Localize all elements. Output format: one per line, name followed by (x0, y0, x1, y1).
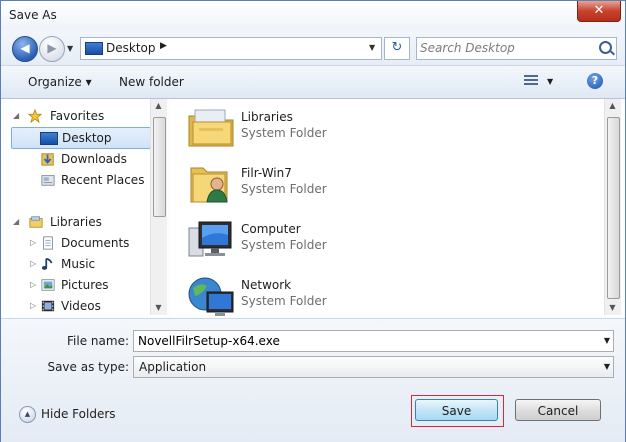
desktop-icon (85, 42, 103, 55)
command-bar: Organize ▾ New folder ▼ ? (1, 65, 625, 99)
file-name-combobox[interactable]: ▼ (133, 330, 614, 352)
scroll-up-icon[interactable]: ▲ (605, 101, 620, 110)
expand-icon[interactable]: ▷ (30, 254, 36, 274)
sidebar-item-downloads[interactable]: Downloads (11, 149, 151, 169)
scroll-down-icon[interactable]: ▼ (605, 303, 620, 312)
sidebar-group-libraries[interactable]: ◢ Libraries (11, 212, 151, 232)
network-icon (188, 277, 234, 316)
videos-icon (41, 300, 55, 312)
scrollbar-thumb[interactable] (153, 117, 166, 217)
help-icon[interactable]: ? (587, 73, 603, 89)
navigation-pane: ◢ Favorites Desktop Downloads Recent Pla… (11, 99, 167, 316)
libraries-folder-icon (188, 109, 234, 147)
collapse-up-icon[interactable]: ▲ (19, 406, 36, 423)
expand-icon[interactable]: ▷ (30, 296, 36, 316)
close-button[interactable]: ✕ (577, 1, 621, 22)
file-item-name: Filr-Win7 (241, 166, 292, 180)
file-item-computer[interactable]: Computer System Folder (187, 216, 427, 264)
expand-icon[interactable]: ▷ (30, 275, 36, 295)
save-as-type-value: Application (139, 360, 207, 374)
address-bar[interactable]: Desktop ▶ ▼ (80, 37, 382, 60)
file-item-type: System Folder (241, 238, 327, 252)
sidebar-item-label: Videos (61, 299, 101, 313)
save-button[interactable]: Save (415, 399, 498, 421)
sidebar-item-label: Desktop (62, 131, 112, 145)
back-button[interactable]: ◀ (12, 36, 38, 62)
file-item-libraries[interactable]: Libraries System Folder (187, 104, 427, 152)
file-item-filr-win7[interactable]: Filr-Win7 System Folder (187, 160, 427, 208)
file-item-name: Network (241, 278, 292, 292)
address-location[interactable]: Desktop (106, 41, 156, 55)
change-view-icon[interactable] (524, 75, 538, 87)
file-name-label: File name: (67, 334, 129, 348)
address-row: ◀ ▶ ▼ Desktop ▶ ▼ ↻ (1, 31, 625, 65)
user-folder-icon (190, 167, 228, 203)
title-bar[interactable]: Save As ✕ (1, 1, 625, 31)
file-item-name: Libraries (241, 110, 293, 124)
sidebar-item-music[interactable]: ▷ Music (11, 254, 151, 274)
history-dropdown-icon[interactable]: ▼ (67, 44, 73, 53)
file-item-type: System Folder (241, 294, 327, 308)
file-name-dropdown-icon[interactable]: ▼ (604, 336, 610, 345)
save-as-type-dropdown-icon[interactable]: ▼ (604, 362, 610, 371)
new-folder-button[interactable]: New folder (119, 75, 184, 89)
file-item-type: System Folder (241, 182, 327, 196)
search-icon[interactable] (599, 41, 612, 54)
sidebar-item-label: Downloads (61, 152, 127, 166)
sidebar-item-recent-places[interactable]: Recent Places (11, 170, 151, 190)
save-as-dialog: Save As ✕ ◀ ▶ ▼ Desktop ▶ ▼ ↻ Organize ▾… (0, 0, 626, 442)
file-item-name: Computer (241, 222, 301, 236)
file-list-pane: Libraries System Folder Filr-Win7 System… (171, 99, 621, 316)
pictures-icon (41, 279, 55, 291)
save-options-panel: File name: ▼ Save as type: Application ▼… (1, 318, 625, 442)
sidebar-item-label: Documents (61, 236, 130, 250)
scrollbar-thumb[interactable] (607, 117, 620, 299)
navigation-pane-scrollbar[interactable]: ▲ ▼ (150, 99, 167, 315)
sidebar-item-label: Music (61, 257, 96, 271)
collapse-icon[interactable]: ◢ (13, 212, 19, 232)
computer-icon (188, 221, 232, 257)
sidebar-item-desktop[interactable]: Desktop (11, 127, 151, 149)
sidebar-item-videos[interactable]: ▷ Videos (11, 296, 151, 316)
downloads-icon (41, 153, 54, 166)
scroll-up-icon[interactable]: ▲ (151, 101, 166, 110)
refresh-button[interactable]: ↻ (384, 37, 410, 60)
sidebar-group-label: Libraries (50, 215, 102, 229)
favorites-star-icon (27, 109, 43, 123)
sidebar-item-label: Pictures (61, 278, 109, 292)
view-options-dropdown-icon[interactable]: ▼ (547, 77, 553, 86)
save-as-type-label: Save as type: (47, 360, 129, 374)
collapse-icon[interactable]: ◢ (13, 106, 19, 126)
save-as-type-select[interactable]: Application ▼ (133, 356, 614, 378)
sidebar-item-label: Recent Places (61, 173, 145, 187)
file-name-input[interactable] (138, 332, 588, 349)
forward-button[interactable]: ▶ (39, 36, 65, 62)
sidebar-group-label: Favorites (50, 109, 105, 123)
music-icon (41, 257, 53, 270)
breadcrumb-chevron-icon[interactable]: ▶ (160, 41, 167, 51)
desktop-icon (40, 132, 58, 145)
file-list-scrollbar[interactable]: ▲ ▼ (604, 99, 621, 315)
hide-folders-label[interactable]: Hide Folders (41, 407, 116, 421)
sidebar-group-favorites[interactable]: ◢ Favorites (11, 106, 151, 126)
address-dropdown-icon[interactable]: ▼ (369, 43, 375, 52)
file-item-type: System Folder (241, 126, 327, 140)
sidebar-item-pictures[interactable]: ▷ Pictures (11, 275, 151, 295)
file-item-network[interactable]: Network System Folder (187, 272, 427, 320)
documents-icon (43, 236, 53, 250)
search-input[interactable] (420, 39, 590, 56)
window-title: Save As (9, 8, 57, 22)
scroll-down-icon[interactable]: ▼ (151, 303, 166, 312)
search-box[interactable] (416, 37, 617, 60)
expand-icon[interactable]: ▷ (30, 233, 36, 253)
cancel-button[interactable]: Cancel (515, 399, 601, 421)
sidebar-item-documents[interactable]: ▷ Documents (11, 233, 151, 253)
organize-menu[interactable]: Organize ▾ (28, 75, 92, 89)
libraries-icon (29, 216, 43, 228)
recent-places-icon (41, 175, 55, 186)
